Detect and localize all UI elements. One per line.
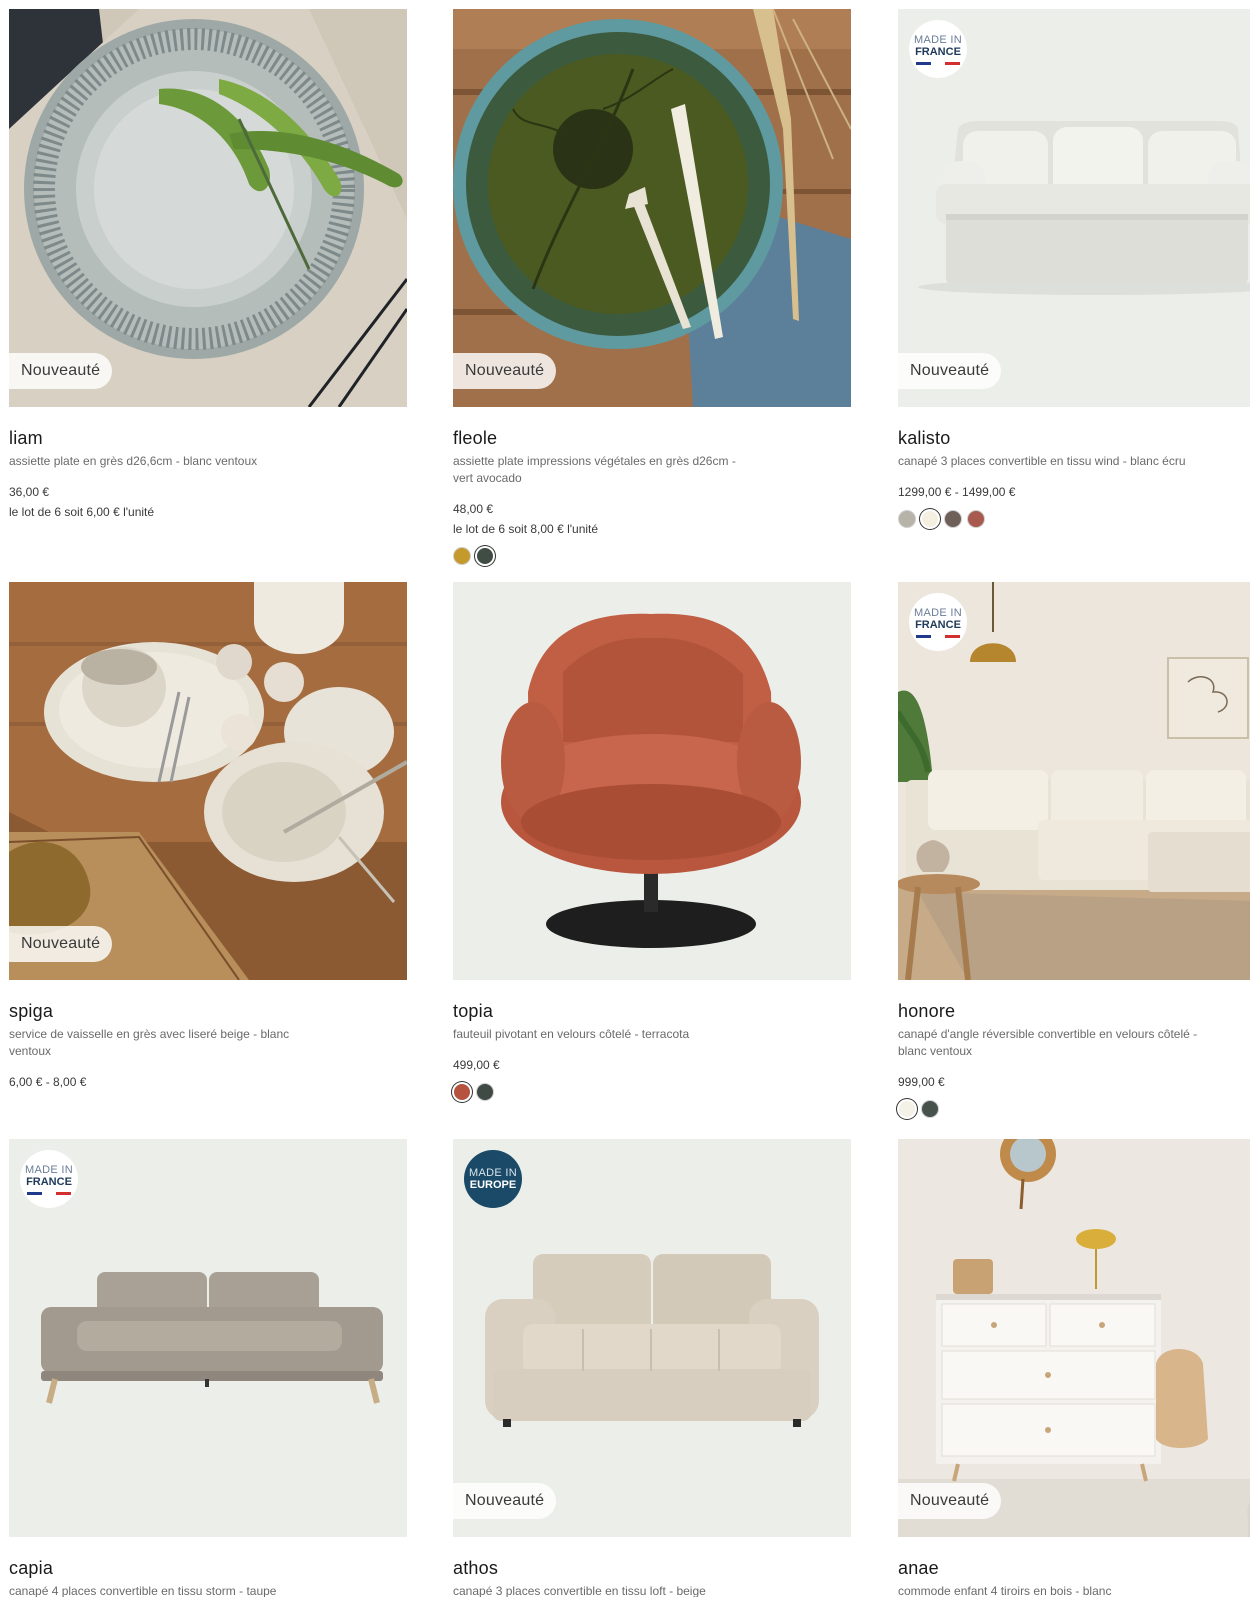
product-card[interactable]: Nouveauté spiga service de vaisselle en … <box>9 582 407 1090</box>
badge-country-label: EUROPE <box>469 1178 517 1191</box>
color-swatch-selected[interactable] <box>921 510 939 528</box>
color-swatches <box>898 1100 1250 1118</box>
made-in-france-badge: MADE IN FRANCE <box>20 1150 78 1208</box>
french-flag-icon <box>916 61 961 65</box>
product-price: 48,00 € <box>453 502 494 516</box>
badge-country-label: FRANCE <box>915 45 961 58</box>
plate-photo <box>453 9 851 407</box>
product-card[interactable]: MADE IN FRANCE Nouveauté kalisto canapé … <box>898 9 1250 528</box>
product-price: 6,00 € - 8,00 € <box>9 1075 87 1089</box>
new-badge: Nouveauté <box>898 1483 1002 1519</box>
made-in-europe-badge: MADE IN EUROPE <box>464 1150 522 1208</box>
product-description: canapé d'angle réversible convertible en… <box>898 1027 1198 1058</box>
color-swatch[interactable] <box>453 547 471 565</box>
product-price: 999,00 € <box>898 1075 945 1089</box>
product-description: assiette plate en grès d26,6cm - blanc v… <box>9 454 258 468</box>
french-flag-icon <box>916 634 961 638</box>
product-price: 499,00 € <box>453 1058 500 1072</box>
color-swatch[interactable] <box>476 1083 494 1101</box>
color-swatch[interactable] <box>898 510 916 528</box>
product-image[interactable]: MADE IN FRANCE <box>898 582 1250 980</box>
product-name[interactable]: kalisto <box>898 427 1250 449</box>
badge-country-label: FRANCE <box>26 1175 72 1188</box>
color-swatch[interactable] <box>967 510 985 528</box>
product-description: commode enfant 4 tiroirs en bois - blanc <box>898 1584 1112 1597</box>
badge-made-in-label: MADE IN <box>25 1163 73 1176</box>
product-image[interactable]: MADE IN EUROPE Nouveauté <box>453 1139 851 1537</box>
color-swatches <box>898 510 1250 528</box>
unit-price: le lot de 6 soit 6,00 € l'unité <box>9 505 155 519</box>
product-name[interactable]: liam <box>9 427 407 449</box>
product-description: canapé 4 places convertible en tissu sto… <box>9 1584 277 1597</box>
product-description: canapé 3 places convertible en tissu lof… <box>453 1584 706 1597</box>
product-card[interactable]: topia fauteuil pivotant en velours côtel… <box>453 582 851 1101</box>
product-image[interactable]: MADE IN FRANCE Nouveauté <box>898 9 1250 407</box>
armchair-photo <box>453 582 851 980</box>
product-name[interactable]: anae <box>898 1557 1250 1579</box>
product-name[interactable]: fleole <box>453 427 851 449</box>
new-badge: Nouveauté <box>453 353 557 389</box>
product-image[interactable]: Nouveauté <box>9 582 407 980</box>
badge-country-label: FRANCE <box>915 618 961 631</box>
color-swatch[interactable] <box>944 510 962 528</box>
new-badge: Nouveauté <box>9 353 113 389</box>
product-description: service de vaisselle en grès avec liseré… <box>9 1027 290 1058</box>
dresser-photo <box>898 1139 1250 1537</box>
product-image[interactable]: Nouveauté <box>453 9 851 407</box>
product-price: 1299,00 € - 1499,00 € <box>898 485 1016 499</box>
product-card[interactable]: Nouveauté anae commode enfant 4 tiroirs … <box>898 1139 1250 1597</box>
product-card[interactable]: Nouveauté fleole assiette plate impressi… <box>453 9 851 565</box>
product-name[interactable]: topia <box>453 1000 851 1022</box>
new-badge: Nouveauté <box>453 1483 557 1519</box>
badge-made-in-label: MADE IN <box>469 1166 517 1179</box>
badge-made-in-label: MADE IN <box>914 33 962 46</box>
product-name[interactable]: athos <box>453 1557 851 1579</box>
color-swatch-selected[interactable] <box>898 1100 916 1118</box>
product-name[interactable]: honore <box>898 1000 1250 1022</box>
product-image[interactable]: Nouveauté <box>898 1139 1250 1537</box>
color-swatches <box>453 547 851 565</box>
plate-photo <box>9 9 407 407</box>
badge-made-in-label: MADE IN <box>914 606 962 619</box>
product-name[interactable]: spiga <box>9 1000 407 1022</box>
product-card[interactable]: MADE IN EUROPE Nouveauté athos canapé 3 … <box>453 1139 851 1597</box>
product-card[interactable]: MADE IN FRANCE honore canapé d'angle rév… <box>898 582 1250 1118</box>
product-price: 36,00 € <box>9 485 50 499</box>
product-description: assiette plate impressions végétales en … <box>453 454 736 485</box>
color-swatch[interactable] <box>921 1100 939 1118</box>
color-swatch-selected[interactable] <box>453 1083 471 1101</box>
product-name[interactable]: capia <box>9 1557 407 1579</box>
product-image[interactable] <box>453 582 851 980</box>
made-in-france-badge: MADE IN FRANCE <box>909 20 967 78</box>
dinnerware-photo <box>9 582 407 980</box>
product-image[interactable]: Nouveauté <box>9 9 407 407</box>
made-in-france-badge: MADE IN FRANCE <box>909 593 967 651</box>
new-badge: Nouveauté <box>9 926 113 962</box>
french-flag-icon <box>27 1191 72 1195</box>
product-card[interactable]: MADE IN FRANCE capia canapé 4 places con… <box>9 1139 407 1597</box>
product-image[interactable]: MADE IN FRANCE <box>9 1139 407 1537</box>
product-description: fauteuil pivotant en velours côtelé - te… <box>453 1027 690 1041</box>
product-card[interactable]: Nouveauté liam assiette plate en grès d2… <box>9 9 407 520</box>
new-badge: Nouveauté <box>898 353 1002 389</box>
color-swatches <box>453 1083 851 1101</box>
color-swatch-selected[interactable] <box>476 547 494 565</box>
product-description: canapé 3 places convertible en tissu win… <box>898 454 1186 468</box>
unit-price: le lot de 6 soit 8,00 € l'unité <box>453 522 599 536</box>
